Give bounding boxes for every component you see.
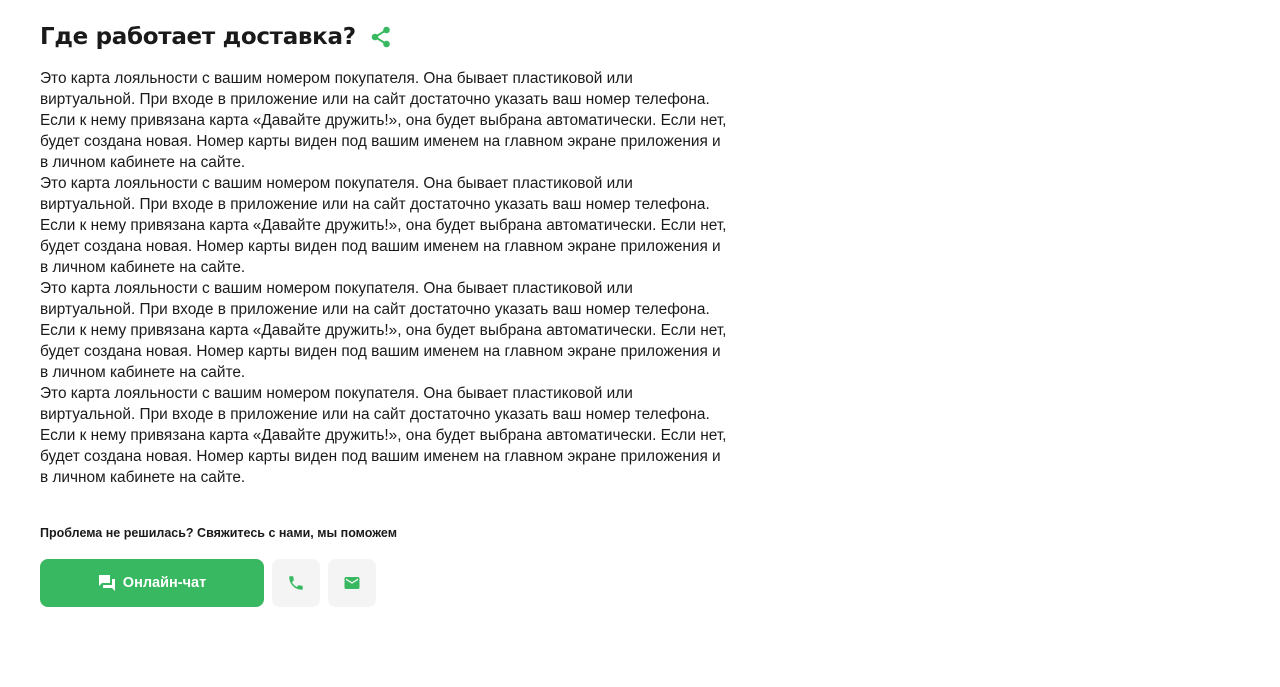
phone-icon: [289, 576, 303, 590]
article-paragraph: Это карта лояльности с вашим номером пок…: [40, 175, 727, 276]
title-row: Где работает доставка?: [40, 20, 740, 54]
share-button[interactable]: [370, 26, 392, 48]
support-prompt: Проблема не решилась? Свяжитесь с нами, …: [40, 526, 397, 540]
share-icon: [371, 26, 390, 48]
email-button[interactable]: [328, 559, 376, 607]
online-chat-button[interactable]: Онлайн-чат: [40, 559, 264, 607]
chat-icon: [98, 574, 116, 592]
online-chat-label: Онлайн-чат: [122, 575, 207, 591]
faq-article-section: Где работает доставка? Это карта лояльно…: [40, 20, 740, 488]
phone-button[interactable]: [272, 559, 320, 607]
article-paragraph: Это карта лояльности с вашим номером пок…: [40, 280, 727, 381]
article-paragraph: Это карта лояльности с вашим номером пок…: [40, 70, 727, 171]
support-actions: Онлайн-чат: [40, 559, 376, 607]
article-body: Это карта лояльности с вашим номером пок…: [40, 68, 730, 488]
mail-icon: [344, 577, 360, 589]
page-title: Где работает доставка?: [40, 24, 356, 50]
article-paragraph: Это карта лояльности с вашим номером пок…: [40, 385, 727, 486]
